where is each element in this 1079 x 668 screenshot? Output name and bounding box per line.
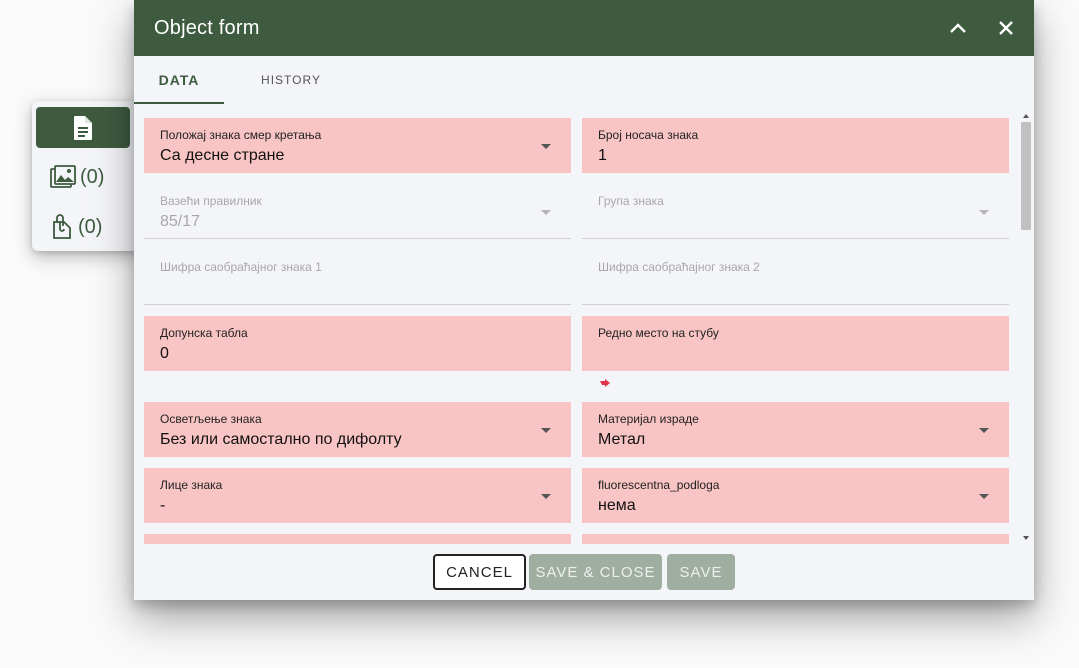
field-label: Положај знака смер кретања (160, 128, 322, 142)
dropdown-arrow-icon[interactable] (979, 494, 989, 499)
field-label: Допунска табла (160, 326, 248, 340)
tab-data[interactable]: DATA (134, 56, 224, 104)
images-button[interactable]: (0) (50, 162, 104, 192)
attachments-count: (0) (78, 215, 103, 238)
field-value: 1 (598, 147, 607, 164)
field-supplementary-panel[interactable]: Допунска табла 0 (144, 316, 571, 371)
tab-bar: DATA HISTORY (134, 56, 1034, 104)
field-label: Редно место на стубу (598, 326, 719, 340)
field-material[interactable]: Материјал израде Метал (582, 402, 1009, 457)
field-label: Шифра саобраћајног знака 2 (598, 260, 760, 274)
attachments-button[interactable]: (0) (50, 212, 102, 242)
dropdown-arrow-icon[interactable] (541, 210, 551, 215)
field-value: 0 (160, 345, 169, 362)
object-form-dialog: Object form DATA HISTORY Положај знака с… (134, 0, 1034, 600)
field-sign-lighting[interactable]: Осветљење знака Без или самостално по ди… (144, 402, 571, 457)
dropdown-arrow-icon[interactable] (979, 428, 989, 433)
field-label: Број носача знака (598, 128, 699, 142)
field-value: Са десне стране (160, 147, 285, 164)
dropdown-arrow-icon[interactable] (541, 428, 551, 433)
field-label: Осветљење знака (160, 412, 262, 426)
tab-active-indicator (134, 102, 224, 104)
document-icon (74, 115, 92, 140)
side-toolbar: (0) (0) (32, 101, 142, 251)
field-value: 85/17 (160, 213, 201, 230)
scroll-up-arrow-icon[interactable] (1023, 114, 1029, 118)
dropdown-arrow-icon[interactable] (979, 210, 989, 215)
field-sign-face[interactable]: Лице знака - (144, 468, 571, 523)
form-scroll-area: Положај знака смер кретања Са десне стра… (134, 110, 1034, 544)
field-sign-group[interactable]: Група знака (582, 184, 1009, 239)
field-partial[interactable] (582, 534, 1009, 544)
field-partial[interactable] (144, 534, 571, 544)
form-view-button[interactable] (36, 107, 130, 148)
field-label: Материјал израде (598, 412, 699, 426)
scroll-down-arrow-icon[interactable] (1023, 536, 1029, 540)
field-pole-position[interactable]: Редно место на стубу (582, 316, 1009, 371)
close-icon[interactable] (994, 16, 1018, 40)
dropdown-arrow-icon[interactable] (541, 144, 551, 149)
field-sign-code-1[interactable]: Шифра саобраћајног знака 1 (144, 250, 571, 305)
field-sign-position[interactable]: Положај знака смер кретања Са десне стра… (144, 118, 571, 173)
scrollbar[interactable] (1020, 110, 1032, 544)
tab-history[interactable]: HISTORY (246, 56, 336, 104)
field-value: Без или самостално по дифолту (160, 431, 402, 448)
cancel-button[interactable]: CANCEL (433, 554, 526, 590)
field-label: Шифра саобраћајног знака 1 (160, 260, 322, 274)
images-count: (0) (80, 165, 105, 188)
field-value: - (160, 497, 166, 514)
dialog-title: Object form (154, 16, 260, 39)
field-label: Вазећи правилник (160, 194, 262, 208)
save-button[interactable]: SAVE (667, 554, 735, 590)
field-label: Група знака (598, 194, 664, 208)
attachment-icon (53, 214, 71, 239)
image-icon (50, 165, 76, 188)
field-carrier-number[interactable]: Број носача знака 1 (582, 118, 1009, 173)
field-value: Метал (598, 431, 646, 448)
field-regulation[interactable]: Вазећи правилник 85/17 (144, 184, 571, 239)
field-fluorescent-base[interactable]: fluorescentna_podloga нема (582, 468, 1009, 523)
dialog-header: Object form (134, 0, 1034, 56)
scrollbar-thumb[interactable] (1021, 122, 1031, 230)
field-label: fluorescentna_podloga (598, 478, 720, 492)
field-value: нема (598, 497, 636, 514)
field-label: Лице знака (160, 478, 223, 492)
dropdown-arrow-icon[interactable] (541, 494, 551, 499)
chevron-up-icon[interactable] (946, 16, 970, 40)
arrow-right-icon (600, 379, 610, 387)
save-and-close-button[interactable]: SAVE & CLOSE (529, 554, 662, 590)
field-sign-code-2[interactable]: Шифра саобраћајног знака 2 (582, 250, 1009, 305)
dialog-footer: CANCEL SAVE & CLOSE SAVE (134, 544, 1034, 600)
